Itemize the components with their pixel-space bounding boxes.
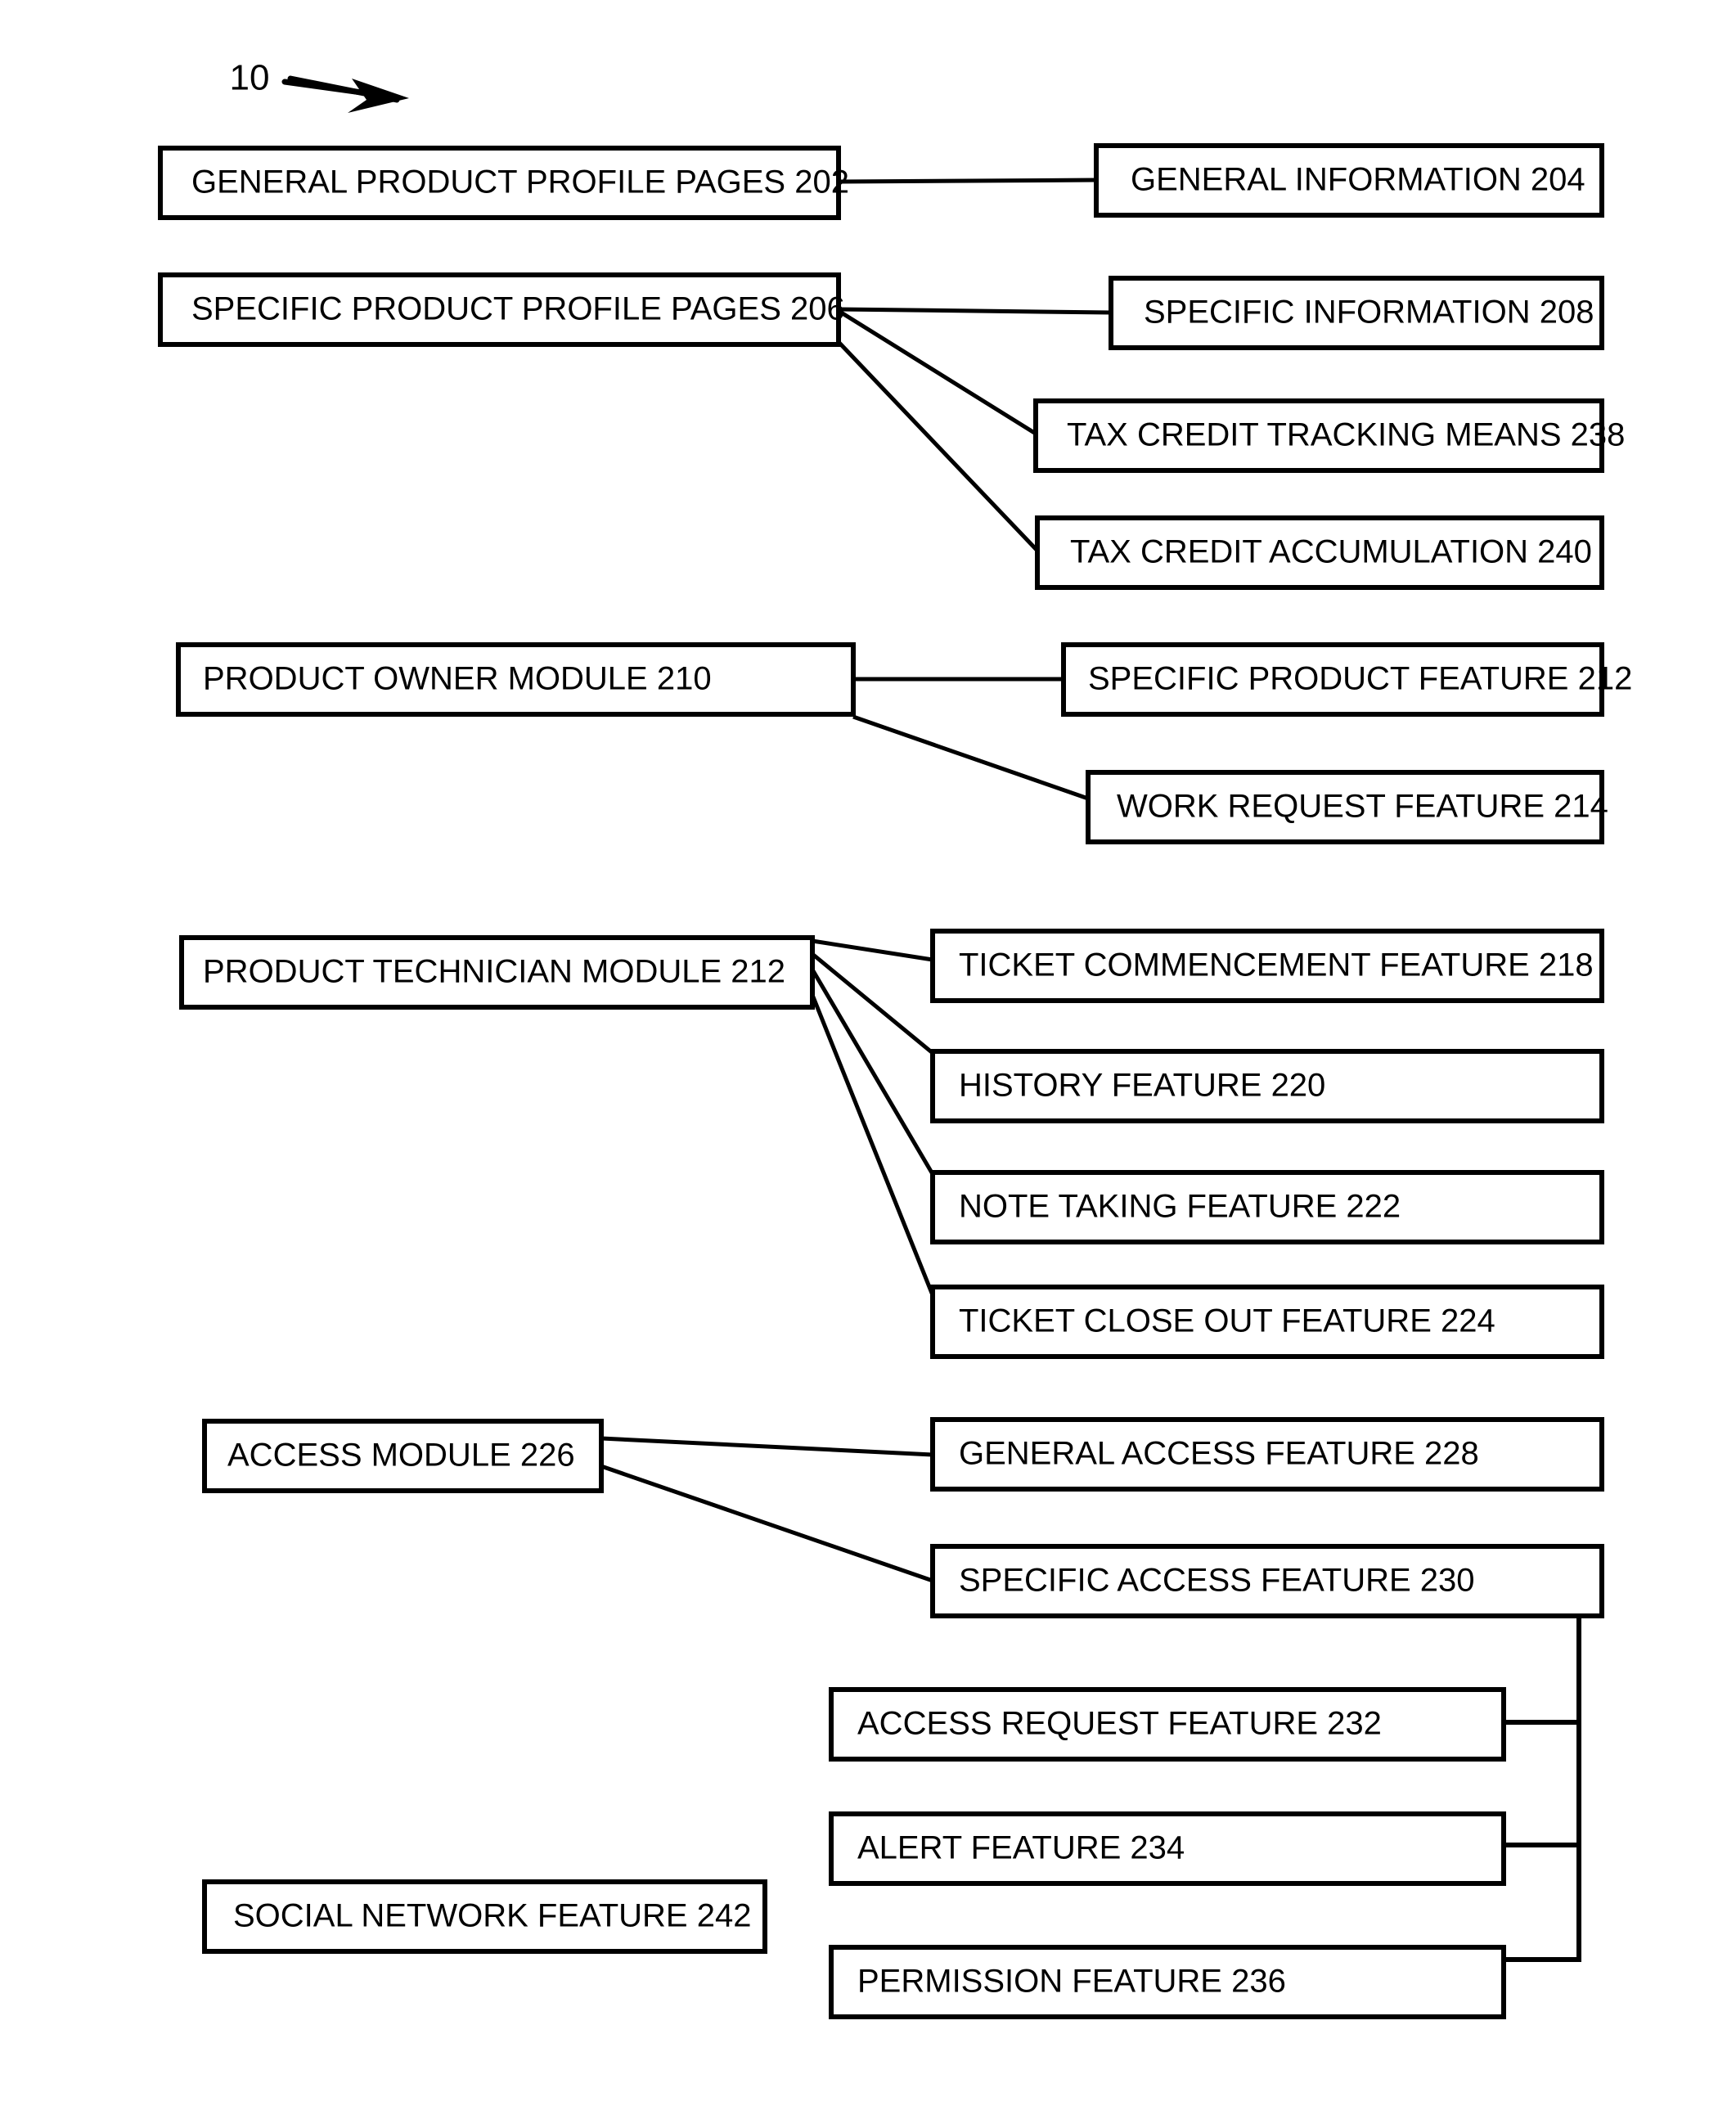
node-label-access-request-feature: ACCESS REQUEST FEATURE 232 [857,1706,1382,1742]
node-alert-feature[interactable]: ALERT FEATURE 234 [829,1811,1506,1886]
node-label-work-request-feature: WORK REQUEST FEATURE 214 [1117,789,1608,825]
node-tax-credit-accumulation[interactable]: TAX CREDIT ACCUMULATION 240 [1035,515,1604,590]
node-ticket-commencement-feature[interactable]: TICKET COMMENCEMENT FEATURE 218 [930,929,1604,1003]
node-label-specific-product-feature: SPECIFIC PRODUCT FEATURE 212 [1088,661,1632,697]
node-tax-credit-tracking-means[interactable]: TAX CREDIT TRACKING MEANS 238 [1033,398,1625,473]
node-ticket-close-out-feature[interactable]: TICKET CLOSE OUT FEATURE 224 [930,1285,1604,1359]
connector-206-to-208 [838,307,1112,315]
node-label-history-feature: HISTORY FEATURE 220 [959,1068,1325,1104]
patent-figure-diagram: 10 GENERAL PRODUCT PROFILE PAGES 202 GEN… [0,0,1736,2115]
node-permission-feature[interactable]: PERMISSION FEATURE 236 [829,1945,1506,2019]
node-label-product-technician-module: PRODUCT TECHNICIAN MODULE 212 [203,954,785,990]
node-label-tax-credit-tracking-means: TAX CREDIT TRACKING MEANS 238 [1067,417,1625,453]
node-history-feature[interactable]: HISTORY FEATURE 220 [930,1049,1604,1123]
node-label-note-taking-feature: NOTE TAKING FEATURE 222 [959,1189,1401,1225]
node-label-ticket-close-out-feature: TICKET CLOSE OUT FEATURE 224 [959,1303,1495,1339]
node-label-alert-feature: ALERT FEATURE 234 [857,1830,1185,1866]
diagram-canvas: 10 GENERAL PRODUCT PROFILE PAGES 202 GEN… [158,58,1632,2019]
node-access-module[interactable]: ACCESS MODULE 226 [202,1419,604,1493]
node-work-request-feature[interactable]: WORK REQUEST FEATURE 214 [1086,770,1608,844]
node-label-access-module: ACCESS MODULE 226 [227,1438,575,1474]
node-specific-product-profile-pages[interactable]: SPECIFIC PRODUCT PROFILE PAGES 206 [158,272,845,347]
node-label-general-product-profile-pages: GENERAL PRODUCT PROFILE PAGES 202 [191,164,849,200]
node-label-product-owner-module: PRODUCT OWNER MODULE 210 [203,661,712,697]
node-label-specific-product-profile-pages: SPECIFIC PRODUCT PROFILE PAGES 206 [191,291,845,327]
node-specific-product-feature[interactable]: SPECIFIC PRODUCT FEATURE 212 [1061,642,1632,717]
figure-reference-numeral: 10 [230,58,270,98]
bracket-230-to-subfeatures [1505,1597,1602,1962]
connector-202-to-204 [838,178,1097,184]
arrow-right-icon [281,75,409,113]
node-social-network-feature[interactable]: SOCIAL NETWORK FEATURE 242 [202,1879,767,1954]
connector-226-to-228 [600,1436,933,1457]
node-label-social-network-feature: SOCIAL NETWORK FEATURE 242 [233,1898,751,1934]
node-general-information[interactable]: GENERAL INFORMATION 204 [1094,143,1604,218]
node-general-access-feature[interactable]: GENERAL ACCESS FEATURE 228 [930,1417,1604,1492]
node-label-general-access-feature: GENERAL ACCESS FEATURE 228 [959,1436,1479,1472]
node-note-taking-feature[interactable]: NOTE TAKING FEATURE 222 [930,1170,1604,1244]
node-label-tax-credit-accumulation: TAX CREDIT ACCUMULATION 240 [1070,534,1592,570]
node-product-owner-module[interactable]: PRODUCT OWNER MODULE 210 [176,642,856,717]
node-label-ticket-commencement-feature: TICKET COMMENCEMENT FEATURE 218 [959,947,1594,983]
node-general-product-profile-pages[interactable]: GENERAL PRODUCT PROFILE PAGES 202 [158,146,849,220]
node-access-request-feature[interactable]: ACCESS REQUEST FEATURE 232 [829,1687,1506,1762]
node-specific-information[interactable]: SPECIFIC INFORMATION 208 [1109,276,1604,350]
node-product-technician-module[interactable]: PRODUCT TECHNICIAN MODULE 212 [179,935,815,1010]
node-label-specific-access-feature: SPECIFIC ACCESS FEATURE 230 [959,1563,1475,1599]
connector-210-to-214 [852,714,1089,801]
node-label-specific-information: SPECIFIC INFORMATION 208 [1144,295,1594,331]
node-label-general-information: GENERAL INFORMATION 204 [1131,162,1585,198]
connector-tech-to-218 [812,938,933,962]
node-label-permission-feature: PERMISSION FEATURE 236 [857,1964,1286,2000]
connector-226-to-230 [600,1464,933,1583]
node-specific-access-feature[interactable]: SPECIFIC ACCESS FEATURE 230 [930,1544,1604,1618]
